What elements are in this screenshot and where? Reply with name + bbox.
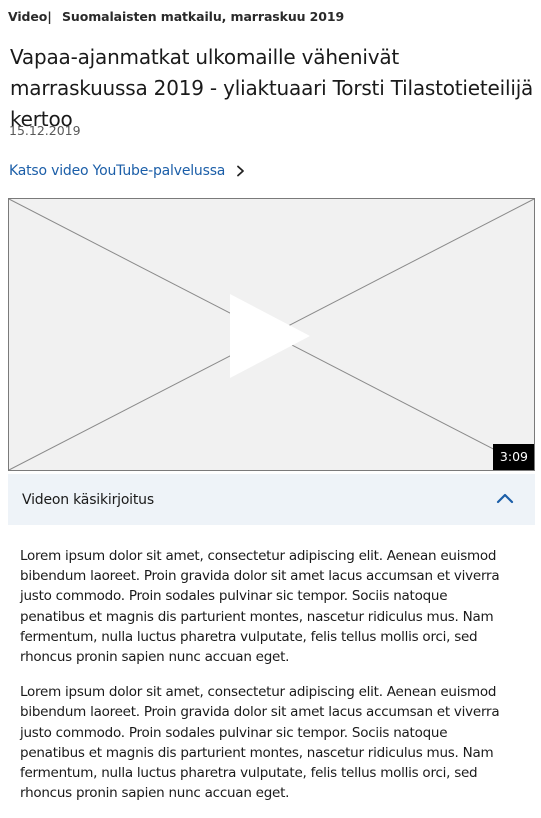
page-title: Vapaa-ajanmatkat ulkomaille vähenivät ma… xyxy=(10,45,534,131)
chevron-right-icon xyxy=(237,165,245,177)
video-duration: 3:09 xyxy=(492,444,534,470)
publish-date: 15.12.2019 xyxy=(9,123,81,138)
youtube-link[interactable]: Katso video YouTube-palvelussa xyxy=(9,163,245,179)
transcript-toggle[interactable]: Videon käsikirjoitus xyxy=(8,474,535,525)
video-category-line: Video| Suomalaisten matkailu, marraskuu … xyxy=(8,9,344,24)
category-label: Video xyxy=(8,9,48,24)
series-label: Suomalaisten matkailu, marraskuu 2019 xyxy=(62,9,345,24)
video-player[interactable]: 3:09 xyxy=(8,198,535,471)
transcript-paragraph: Lorem ipsum dolor sit amet, consectetur … xyxy=(20,684,500,802)
transcript-paragraph: Lorem ipsum dolor sit amet, consectetur … xyxy=(20,548,500,666)
chevron-up-icon xyxy=(496,493,514,504)
youtube-link-label: Katso video YouTube-palvelussa xyxy=(9,163,226,179)
transcript-toggle-label: Videon käsikirjoitus xyxy=(22,491,154,508)
play-icon[interactable] xyxy=(230,294,310,378)
transcript-content: Lorem ipsum dolor sit amet, consectetur … xyxy=(20,546,514,818)
category-separator: | xyxy=(47,9,52,24)
